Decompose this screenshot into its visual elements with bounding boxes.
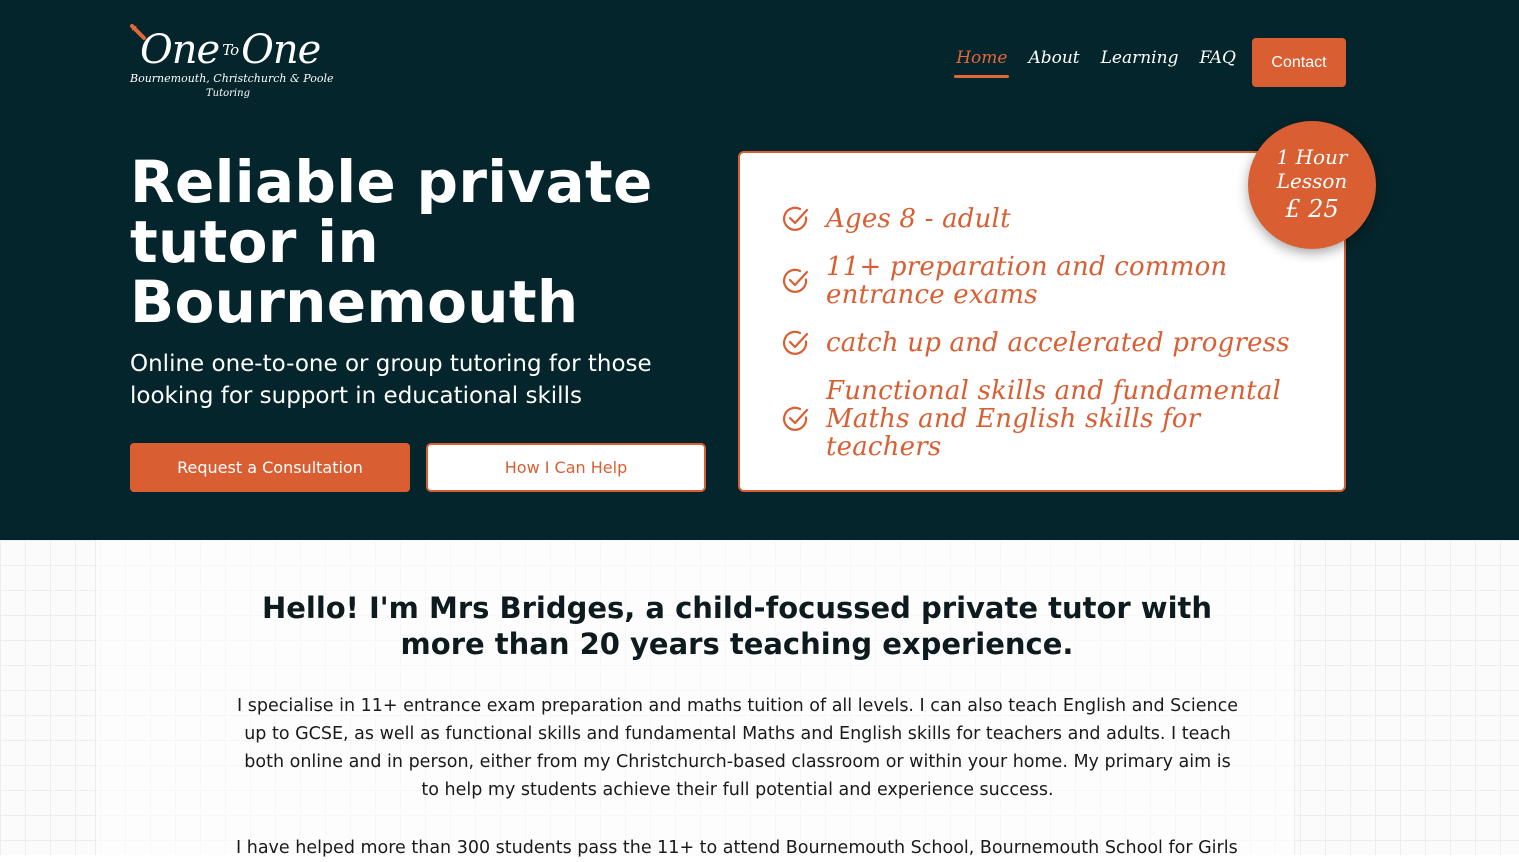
feature-item: 11+ preparation and common entrance exam… xyxy=(782,253,1302,309)
feature-text: Functional skills and fundamental Maths … xyxy=(826,376,1282,462)
feature-text: catch up and accelerated progress xyxy=(826,328,1290,358)
nav-item-about[interactable]: About xyxy=(1028,48,1079,72)
about-heading: Hello! I'm Mrs Bridges, a child-focussed… xyxy=(261,591,1213,661)
hero-title: Reliable private tutor in Bournemouth xyxy=(130,148,653,336)
feature-item: catch up and accelerated progress xyxy=(782,329,1302,357)
badge-price: £ 25 xyxy=(1285,195,1339,223)
how-i-can-help-button[interactable]: How I Can Help xyxy=(426,443,706,492)
hero-section: One ToOne Bournemouth, Christchurch & Poo… xyxy=(0,0,1519,540)
main-nav: Home About Learning FAQ Contact xyxy=(954,38,1346,87)
site-logo[interactable]: One ToOne Bournemouth, Christchurch & Poo… xyxy=(130,22,340,106)
nav-item-learning[interactable]: Learning xyxy=(1101,48,1179,72)
price-badge: 1 Hour Lesson £ 25 xyxy=(1248,121,1376,249)
check-circle-icon xyxy=(783,330,809,355)
feature-text: 11+ preparation and common entrance exam… xyxy=(826,252,1228,310)
feature-item: Functional skills and fundamental Maths … xyxy=(782,377,1302,461)
logo-tagline: Bournemouth, Christchurch & Poole xyxy=(130,72,334,85)
check-circle-icon xyxy=(783,406,809,431)
hero-subtitle: Online one-to-one or group tutoring for … xyxy=(130,351,652,409)
check-circle-icon xyxy=(783,206,809,231)
check-circle-icon xyxy=(783,268,809,293)
feature-item: Ages 8 - adult xyxy=(782,205,1302,233)
nav-item-home[interactable]: Home xyxy=(954,48,1010,78)
about-paragraph: I specialise in 11+ entrance exam prepar… xyxy=(237,696,1238,800)
nav-item-faq[interactable]: FAQ xyxy=(1199,48,1236,72)
contact-button[interactable]: Contact xyxy=(1252,38,1346,87)
about-paragraph: I have helped more than 300 students pas… xyxy=(236,838,1239,858)
request-consultation-button[interactable]: Request a Consultation xyxy=(130,443,410,492)
badge-label: Lesson xyxy=(1276,169,1348,193)
feature-text: Ages 8 - adult xyxy=(826,204,1011,234)
logo-tagline-2: Tutoring xyxy=(206,88,250,99)
badge-duration: 1 Hour xyxy=(1276,145,1348,169)
